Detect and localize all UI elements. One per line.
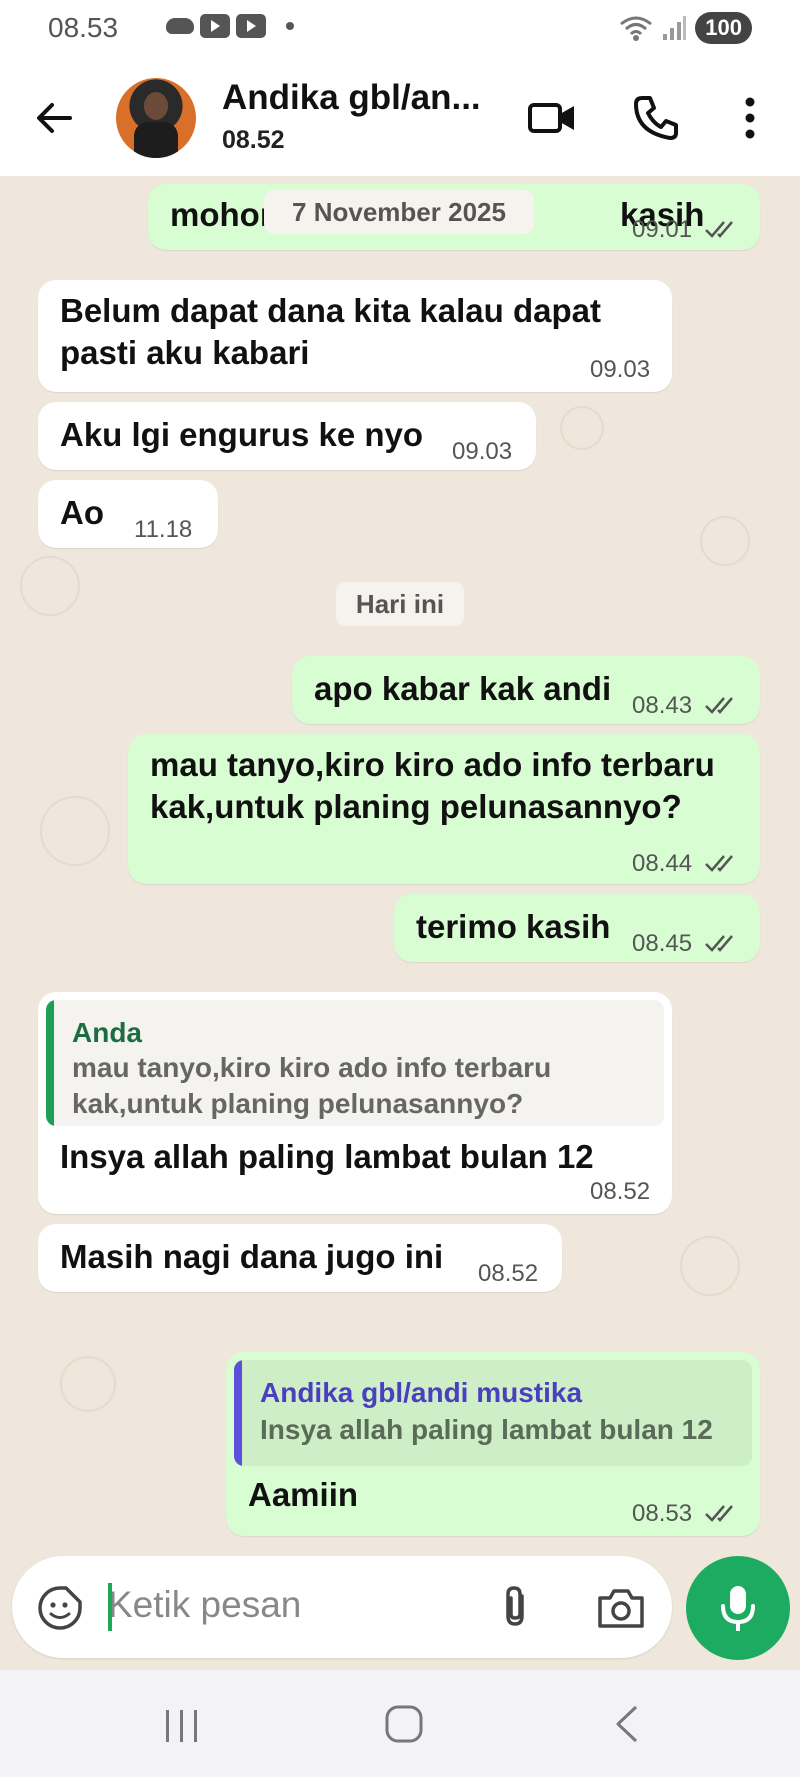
message-text: pasti aku kabari <box>60 334 310 371</box>
quote-text: mau tanyo,kiro kiro ado info terbaru <box>72 1052 552 1083</box>
message-time: 08.53 <box>632 1500 693 1527</box>
date-chip: 7 November 2025 <box>264 190 534 234</box>
read-ticks-icon <box>705 697 733 714</box>
message-time: 09.03 <box>452 438 513 465</box>
sticker-icon[interactable] <box>36 1584 84 1632</box>
wallpaper-doodle <box>40 796 110 866</box>
quoted-message[interactable]: Anda mau tanyo,kiro kiro ado info terbar… <box>46 1000 664 1126</box>
date-chip: Hari ini <box>336 582 464 626</box>
message-text: Aamiin <box>248 1476 359 1513</box>
system-nav-bar <box>0 1670 800 1777</box>
nav-back-icon[interactable] <box>612 1704 642 1744</box>
home-icon[interactable] <box>384 1704 424 1744</box>
quote-text: kak,untuk planing pelunasannyo? <box>72 1088 524 1119</box>
message-time: 11.18 <box>134 516 193 543</box>
wallpaper-doodle <box>680 1236 740 1296</box>
wifi-icon <box>620 16 653 41</box>
quote-text: Insya allah paling lambat bulan 12 <box>260 1414 713 1445</box>
status-time: 08.53 <box>48 12 119 43</box>
message-outgoing[interactable]: Andika gbl/andi mustika Insya allah pali… <box>226 1352 760 1536</box>
message-text: Aku lgi engurus ke nyo <box>60 416 424 453</box>
message-time: 09.03 <box>590 356 651 383</box>
text-caret <box>108 1583 112 1631</box>
mic-button[interactable] <box>686 1556 790 1660</box>
phone-icon[interactable] <box>630 92 682 144</box>
wallpaper-doodle <box>700 516 750 566</box>
message-text: kak,untuk planing pelunasannyo? <box>150 788 682 825</box>
youtube-icon <box>200 14 230 38</box>
read-ticks-icon <box>705 221 733 238</box>
status-right-icons: 100 <box>619 12 752 44</box>
message-time: 08.44 <box>632 850 693 877</box>
message-outgoing[interactable]: mau tanyo,kiro kiro ado info terbaru kak… <box>128 734 760 884</box>
contact-name[interactable]: Andika gbl/an... <box>222 78 492 118</box>
chat-area[interactable]: mohon kasih 09.01 7 November 2025 Belum … <box>0 176 800 1670</box>
attach-icon[interactable] <box>490 1582 540 1632</box>
camera-icon[interactable] <box>596 1584 646 1632</box>
read-ticks-icon <box>705 855 733 872</box>
message-text: terimo kasih <box>416 908 611 945</box>
wallpaper-doodle <box>20 556 80 616</box>
message-time: 08.43 <box>632 692 693 719</box>
message-incoming[interactable]: Belum dapat dana kita kalau dapat pasti … <box>38 280 672 392</box>
message-incoming[interactable]: Aku lgi engurus ke nyo 09.03 <box>38 402 536 470</box>
message-time: 08.52 <box>478 1260 539 1287</box>
contact-status: 08.52 <box>222 126 285 154</box>
read-ticks-icon <box>705 935 733 952</box>
signal-icon <box>663 16 687 40</box>
back-arrow-icon[interactable] <box>30 94 78 142</box>
message-time: 08.45 <box>632 930 693 957</box>
message-text: mau tanyo,kiro kiro ado info terbaru <box>150 746 715 783</box>
mic-icon <box>721 1586 755 1631</box>
message-text: Insya allah paling lambat bulan 12 <box>60 1138 594 1175</box>
message-incoming[interactable]: Ao 11.18 <box>38 480 218 548</box>
message-outgoing[interactable]: terimo kasih 08.45 <box>394 894 760 962</box>
message-text: Belum dapat dana kita kalau dapat <box>60 292 601 329</box>
message-outgoing[interactable]: apo kabar kak andi 08.43 <box>292 656 760 724</box>
quoted-message[interactable]: Andika gbl/andi mustika Insya allah pali… <box>234 1360 752 1466</box>
cloud-icon <box>166 18 194 34</box>
message-time: 08.52 <box>590 1178 651 1205</box>
youtube-icon <box>236 14 266 38</box>
wallpaper-doodle <box>560 406 604 450</box>
video-call-icon[interactable] <box>526 92 578 144</box>
quote-author: Anda <box>72 1017 142 1048</box>
battery-badge: 100 <box>695 12 752 44</box>
quote-author: Andika gbl/andi mustika <box>260 1377 583 1408</box>
message-time: 09.01 <box>632 216 693 243</box>
more-vert-icon[interactable] <box>724 92 776 144</box>
wallpaper-doodle <box>60 1356 116 1412</box>
recent-apps-icon[interactable] <box>162 1708 202 1744</box>
message-text: Ao <box>60 494 104 531</box>
message-text: apo kabar kak andi <box>314 670 612 707</box>
dot-icon <box>286 22 294 30</box>
message-incoming[interactable]: Anda mau tanyo,kiro kiro ado info terbar… <box>38 992 672 1214</box>
avatar[interactable] <box>116 78 196 158</box>
chat-header: Andika gbl/an... 08.52 <box>0 58 800 176</box>
message-incoming[interactable]: Masih nagi dana jugo ini 08.52 <box>38 1224 562 1292</box>
status-bar: 08.53 100 <box>0 0 800 58</box>
status-left-icons <box>166 14 294 38</box>
message-input[interactable]: Ketik pesan <box>108 1584 301 1626</box>
message-text: Masih nagi dana jugo ini <box>60 1238 444 1275</box>
read-ticks-icon <box>705 1505 733 1522</box>
